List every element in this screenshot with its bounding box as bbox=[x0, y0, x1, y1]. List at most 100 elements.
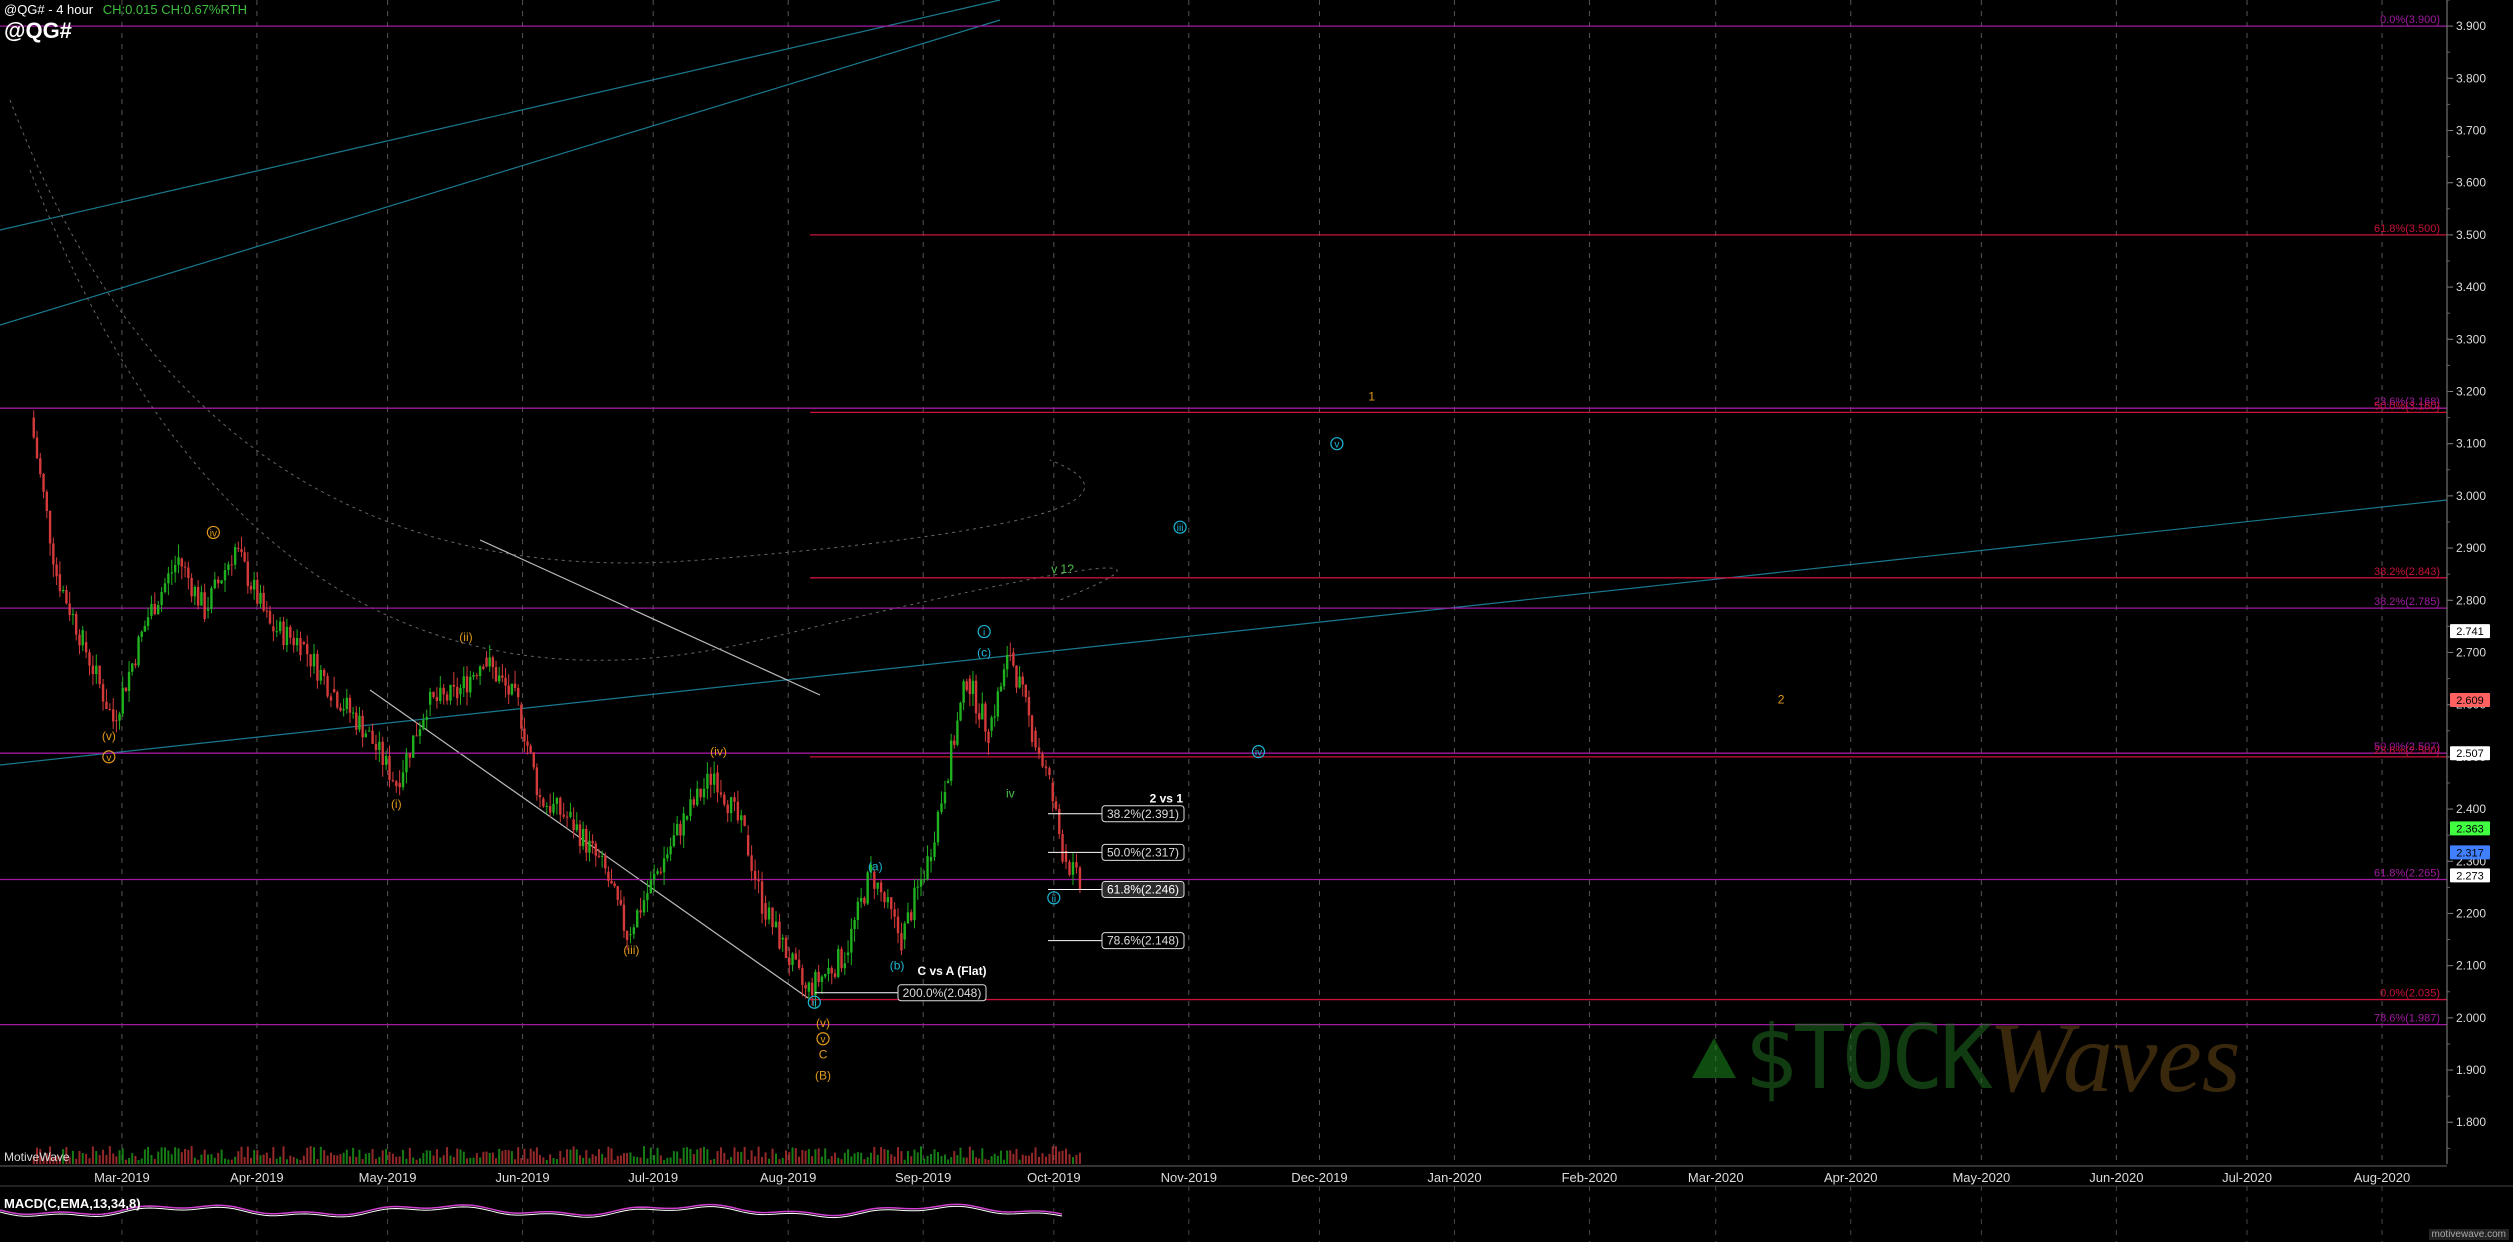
volume-bar bbox=[313, 1147, 316, 1164]
wave-label: iv bbox=[210, 528, 217, 539]
candle-body bbox=[555, 797, 559, 804]
volume-bar bbox=[1038, 1156, 1041, 1164]
candle-body bbox=[552, 803, 555, 813]
volume-bar bbox=[940, 1156, 943, 1164]
volume-bar bbox=[253, 1150, 256, 1164]
volume-bar bbox=[272, 1147, 275, 1164]
candle-body bbox=[929, 856, 933, 862]
volume-bar bbox=[449, 1155, 452, 1164]
volume-bar bbox=[115, 1156, 118, 1164]
candle-body bbox=[542, 798, 545, 807]
x-tick-label: Jul-2020 bbox=[2222, 1170, 2272, 1185]
candle-body bbox=[706, 773, 709, 789]
candle-body bbox=[190, 578, 193, 597]
candle-body bbox=[729, 797, 733, 814]
volume-bar bbox=[761, 1156, 764, 1164]
volume-bar bbox=[597, 1149, 600, 1164]
wave-label: (v) bbox=[816, 1016, 830, 1030]
candle-body bbox=[1044, 766, 1048, 769]
y-tick-label: 3.600 bbox=[2456, 176, 2486, 190]
y-tick-label: 3.000 bbox=[2456, 489, 2486, 503]
candle-body bbox=[268, 610, 272, 624]
volume-bar bbox=[381, 1150, 384, 1164]
volume-bar bbox=[147, 1146, 150, 1164]
candle-body bbox=[374, 743, 378, 751]
volume-bar bbox=[996, 1155, 999, 1164]
wave-label: (b) bbox=[890, 959, 905, 973]
candle-body bbox=[949, 740, 953, 781]
candle-body bbox=[893, 909, 896, 917]
volume-bar bbox=[923, 1158, 926, 1164]
candle-body bbox=[439, 687, 442, 702]
fib-label: 61.8%(3.500) bbox=[2374, 223, 2440, 235]
candle-body bbox=[183, 566, 187, 568]
candle-body bbox=[42, 473, 45, 492]
candle-body bbox=[510, 683, 514, 695]
volume-bar bbox=[217, 1152, 220, 1164]
candle-body bbox=[863, 897, 866, 904]
volume-bar bbox=[378, 1156, 381, 1164]
volume-bar bbox=[374, 1158, 377, 1164]
candle-body bbox=[1015, 665, 1018, 688]
candle-body bbox=[196, 586, 200, 606]
volume-bar bbox=[968, 1146, 971, 1164]
volume-bar bbox=[820, 1156, 823, 1164]
candle-body bbox=[856, 901, 860, 920]
candle-body bbox=[846, 952, 850, 956]
candle-body bbox=[817, 971, 820, 983]
volume-bar bbox=[275, 1158, 278, 1164]
candle-body bbox=[833, 973, 837, 977]
candle-body bbox=[545, 805, 548, 807]
change-readout: CH:0.015 CH:0.67%RTH bbox=[102, 2, 247, 17]
candle-body bbox=[91, 665, 95, 675]
candle-body bbox=[1068, 861, 1071, 875]
candle-body bbox=[696, 788, 699, 805]
candle-body bbox=[1018, 676, 1021, 688]
x-tick-label: Apr-2019 bbox=[230, 1170, 283, 1185]
volume-bar bbox=[485, 1151, 488, 1164]
volume-bar bbox=[105, 1154, 108, 1164]
candle-body bbox=[75, 613, 78, 635]
stockwaves-watermark: $TOCK Waves bbox=[1692, 1000, 2241, 1115]
volume-bar bbox=[897, 1147, 900, 1164]
candle-body bbox=[987, 731, 990, 743]
candle-body bbox=[569, 811, 572, 817]
x-tick-label: Mar-2020 bbox=[1688, 1170, 1744, 1185]
volume-bar bbox=[947, 1159, 950, 1164]
candle-body bbox=[604, 855, 607, 869]
volume-bar bbox=[594, 1155, 597, 1164]
fib-label: 38.2%(2.785) bbox=[2374, 596, 2440, 608]
macd-label: MACD(C,EMA,13,34,8) bbox=[4, 1196, 141, 1211]
volume-bar bbox=[150, 1154, 153, 1164]
volume-bar bbox=[719, 1147, 722, 1164]
volume-bar bbox=[804, 1150, 807, 1164]
candle-body bbox=[282, 621, 285, 646]
watermark-stock: $TOCK bbox=[1744, 1006, 1993, 1109]
candle-body bbox=[81, 630, 84, 646]
fib-label: 38.2%(2.843) bbox=[2374, 566, 2440, 578]
wave-label: (i) bbox=[391, 797, 402, 811]
volume-bar bbox=[959, 1147, 962, 1164]
candle-body bbox=[412, 735, 415, 758]
volume-bar bbox=[292, 1156, 295, 1164]
candle-body bbox=[709, 773, 712, 785]
volume-bar bbox=[187, 1149, 190, 1164]
volume-bar bbox=[549, 1154, 552, 1164]
candle-body bbox=[1061, 834, 1064, 862]
candle-body bbox=[981, 703, 984, 720]
volume-bar bbox=[785, 1150, 788, 1164]
candle-body bbox=[940, 803, 943, 812]
wave-labels: iv(v)v(ii)(i)(iv)(iii)(v)vC(B)ii(a)(b)i(… bbox=[102, 390, 1785, 1083]
candle-body bbox=[1058, 808, 1061, 835]
volume-bar bbox=[475, 1153, 478, 1164]
candle-body bbox=[562, 814, 565, 817]
candle-body bbox=[88, 652, 91, 666]
volume-bar bbox=[686, 1147, 689, 1164]
candle-body bbox=[1021, 676, 1024, 685]
candle-body bbox=[659, 871, 663, 873]
candle-body bbox=[903, 923, 906, 940]
candle-body bbox=[636, 910, 639, 928]
volume-bar bbox=[920, 1146, 923, 1164]
wave-label: (iv) bbox=[710, 745, 727, 759]
candle-body bbox=[712, 773, 716, 785]
